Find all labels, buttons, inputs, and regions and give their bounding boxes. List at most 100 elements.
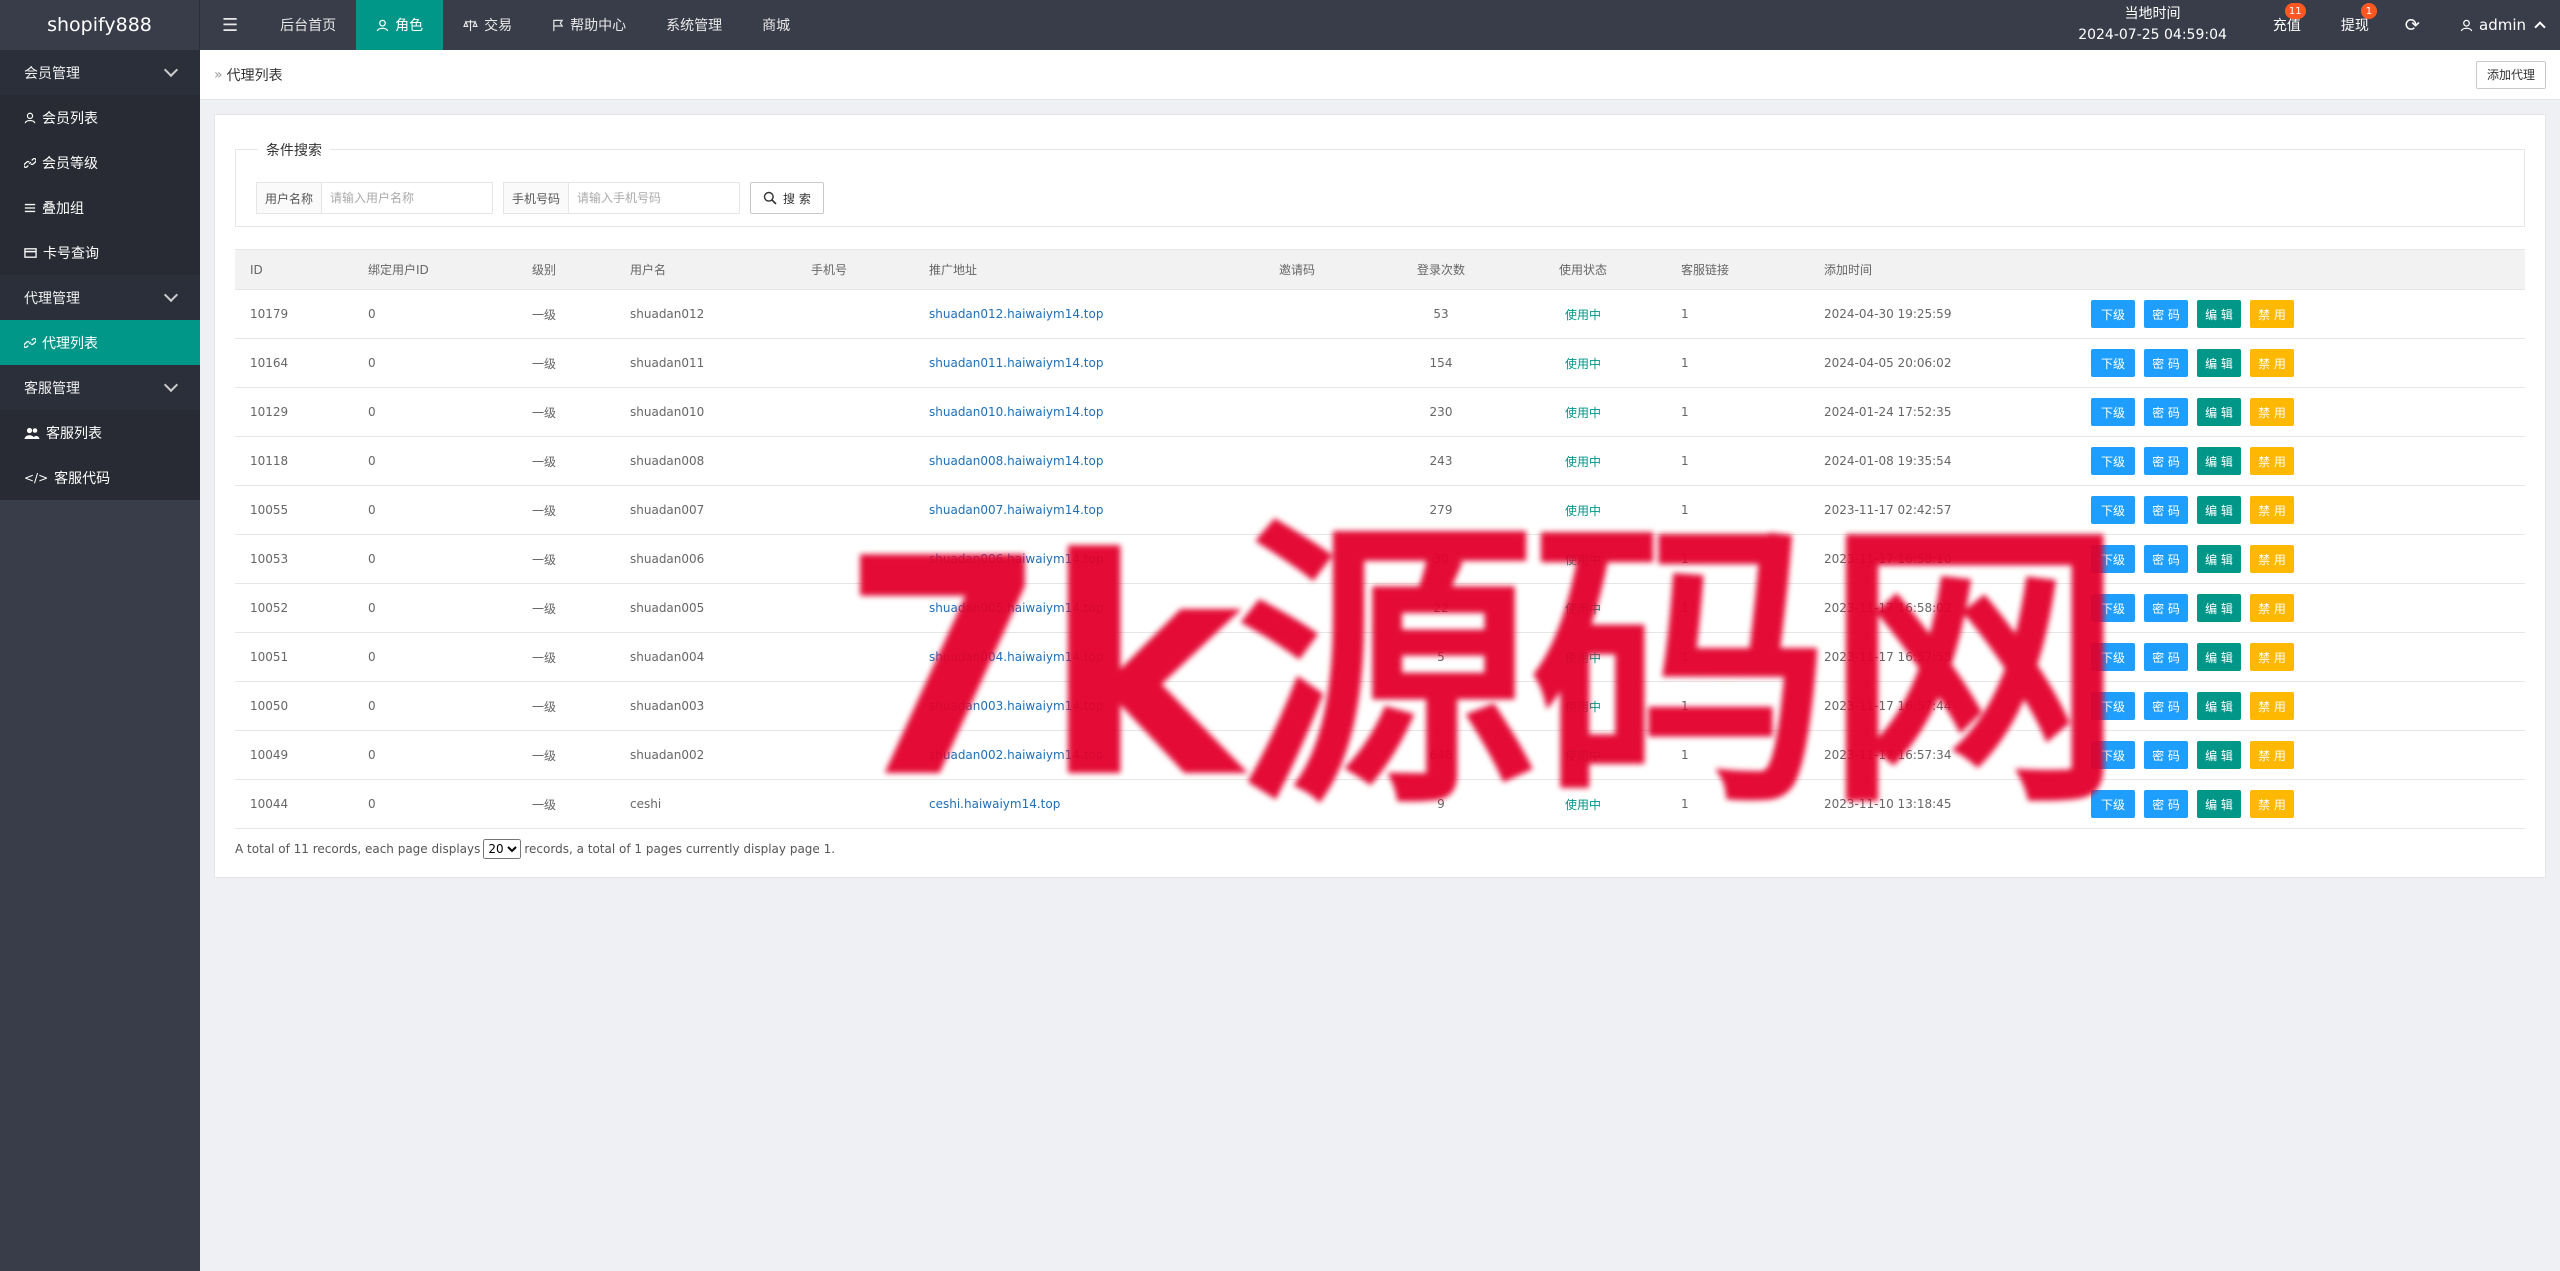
disable-button[interactable]: 禁 用 [2250, 692, 2294, 720]
disable-button[interactable]: 禁 用 [2250, 741, 2294, 769]
cell-promo-url[interactable]: shuadan004.haiwaiym14.top [914, 632, 1264, 682]
edit-button[interactable]: 编 辑 [2197, 545, 2241, 573]
cell-actions: 下级密 码编 辑禁 用 [2076, 387, 2525, 437]
sidebar-item-member-level[interactable]: 会员等级 [0, 140, 200, 185]
cell-promo-url[interactable]: shuadan012.haiwaiym14.top [914, 289, 1264, 339]
sub-agents-button[interactable]: 下级 [2091, 741, 2135, 769]
nav-home[interactable]: 后台首页 [260, 0, 356, 50]
sidebar-item-card-query[interactable]: 卡号查询 [0, 230, 200, 275]
edit-button[interactable]: 编 辑 [2197, 594, 2241, 622]
password-button[interactable]: 密 码 [2144, 496, 2188, 524]
page-size-select[interactable]: 20 [483, 839, 522, 859]
disable-button[interactable]: 禁 用 [2250, 496, 2294, 524]
password-button[interactable]: 密 码 [2144, 398, 2188, 426]
password-button[interactable]: 密 码 [2144, 545, 2188, 573]
cell-login-count: 53 [1382, 289, 1500, 339]
edit-button[interactable]: 编 辑 [2197, 496, 2241, 524]
sub-agents-button[interactable]: 下级 [2091, 398, 2135, 426]
sidebar-item-agent-list[interactable]: 代理列表 [0, 320, 200, 365]
edit-button[interactable]: 编 辑 [2197, 300, 2241, 328]
cell-promo-url[interactable]: shuadan007.haiwaiym14.top [914, 485, 1264, 535]
disable-button[interactable]: 禁 用 [2250, 594, 2294, 622]
disable-button[interactable]: 禁 用 [2250, 790, 2294, 818]
code-icon: </> [24, 470, 49, 485]
recharge-link[interactable]: 充值 11 [2253, 0, 2321, 50]
cell-service-link: 1 [1666, 730, 1809, 780]
sub-agents-button[interactable]: 下级 [2091, 790, 2135, 818]
nav-role[interactable]: 角色 [356, 0, 444, 50]
nav-trade[interactable]: 交易 [443, 0, 532, 50]
sidebar-group-agents[interactable]: 代理管理 [0, 275, 200, 320]
cell-status: 使用中 [1500, 338, 1666, 388]
password-button[interactable]: 密 码 [2144, 300, 2188, 328]
disable-button[interactable]: 禁 用 [2250, 545, 2294, 573]
cell-promo-url[interactable]: shuadan011.haiwaiym14.top [914, 338, 1264, 388]
cell-promo-url[interactable]: shuadan006.haiwaiym14.top [914, 534, 1264, 584]
sidebar-item-service-list[interactable]: 客服列表 [0, 410, 200, 455]
cell-promo-url[interactable]: ceshi.haiwaiym14.top [914, 779, 1264, 829]
sub-agents-button[interactable]: 下级 [2091, 692, 2135, 720]
sidebar-item-service-code[interactable]: </> 客服代码 [0, 455, 200, 500]
password-button[interactable]: 密 码 [2144, 447, 2188, 475]
sidebar-item-member-list[interactable]: 会员列表 [0, 95, 200, 140]
disable-button[interactable]: 禁 用 [2250, 349, 2294, 377]
disable-button[interactable]: 禁 用 [2250, 300, 2294, 328]
cell-id: 10055 [235, 485, 353, 535]
sub-agents-button[interactable]: 下级 [2091, 300, 2135, 328]
cell-promo-url[interactable]: shuadan002.haiwaiym14.top [914, 730, 1264, 780]
refresh-icon[interactable]: ⟳ [2389, 0, 2436, 50]
sub-agents-button[interactable]: 下级 [2091, 447, 2135, 475]
col-bound-user-id: 绑定用户ID [353, 249, 517, 290]
disable-button[interactable]: 禁 用 [2250, 643, 2294, 671]
logo[interactable]: shopify888 [0, 0, 200, 50]
cell-promo-url[interactable]: shuadan003.haiwaiym14.top [914, 681, 1264, 731]
edit-button[interactable]: 编 辑 [2197, 447, 2241, 475]
user-menu[interactable]: admin [2436, 0, 2560, 50]
nav-shop[interactable]: 商城 [742, 0, 810, 50]
sub-agents-button[interactable]: 下级 [2091, 496, 2135, 524]
edit-button[interactable]: 编 辑 [2197, 643, 2241, 671]
table-row: 10118 0 一级 shuadan008 shuadan008.haiwaiym14.… [235, 436, 2525, 486]
sub-agents-button[interactable]: 下级 [2091, 643, 2135, 671]
cell-bound-user-id: 0 [353, 681, 517, 731]
cell-service-link: 1 [1666, 583, 1809, 633]
sidebar-group-service[interactable]: 客服管理 [0, 365, 200, 410]
password-button[interactable]: 密 码 [2144, 692, 2188, 720]
username-input[interactable] [322, 183, 493, 213]
nav-help[interactable]: 帮助中心 [532, 0, 646, 50]
cell-id: 10052 [235, 583, 353, 633]
sidebar-group-members[interactable]: 会员管理 [0, 50, 200, 95]
search-fieldset: 条件搜索 用户名称 手机号码 搜 索 [235, 140, 2525, 227]
nav-role-label: 角色 [395, 18, 424, 34]
phone-input[interactable] [569, 183, 740, 213]
edit-button[interactable]: 编 辑 [2197, 398, 2241, 426]
cell-promo-url[interactable]: shuadan010.haiwaiym14.top [914, 387, 1264, 437]
cell-promo-url[interactable]: shuadan005.haiwaiym14.top [914, 583, 1264, 633]
edit-button[interactable]: 编 辑 [2197, 349, 2241, 377]
withdraw-link[interactable]: 提现 1 [2321, 0, 2389, 50]
sub-agents-button[interactable]: 下级 [2091, 594, 2135, 622]
cell-login-count [1382, 681, 1500, 731]
password-button[interactable]: 密 码 [2144, 349, 2188, 377]
edit-button[interactable]: 编 辑 [2197, 741, 2241, 769]
menu-toggle-icon[interactable]: ☰ [200, 0, 260, 50]
cell-promo-url[interactable]: shuadan008.haiwaiym14.top [914, 436, 1264, 486]
table-row: 10052 0 一级 shuadan005 shuadan005.haiwaiym14.… [235, 583, 2525, 633]
edit-button[interactable]: 编 辑 [2197, 692, 2241, 720]
sub-agents-button[interactable]: 下级 [2091, 349, 2135, 377]
cell-bound-user-id: 0 [353, 387, 517, 437]
password-button[interactable]: 密 码 [2144, 790, 2188, 818]
password-button[interactable]: 密 码 [2144, 643, 2188, 671]
password-button[interactable]: 密 码 [2144, 594, 2188, 622]
edit-button[interactable]: 编 辑 [2197, 790, 2241, 818]
sidebar-item-stack-group[interactable]: 叠加组 [0, 185, 200, 230]
sub-agents-button[interactable]: 下级 [2091, 545, 2135, 573]
table-row: 10044 0 一级 ceshi ceshi.haiwaiym14.top 9 使用中 1 20… [235, 779, 2525, 829]
disable-button[interactable]: 禁 用 [2250, 447, 2294, 475]
search-button[interactable]: 搜 索 [750, 182, 824, 214]
nav-system[interactable]: 系统管理 [646, 0, 742, 50]
password-button[interactable]: 密 码 [2144, 741, 2188, 769]
disable-button[interactable]: 禁 用 [2250, 398, 2294, 426]
cell-bound-user-id: 0 [353, 436, 517, 486]
add-agent-button[interactable]: 添加代理 [2475, 60, 2546, 89]
